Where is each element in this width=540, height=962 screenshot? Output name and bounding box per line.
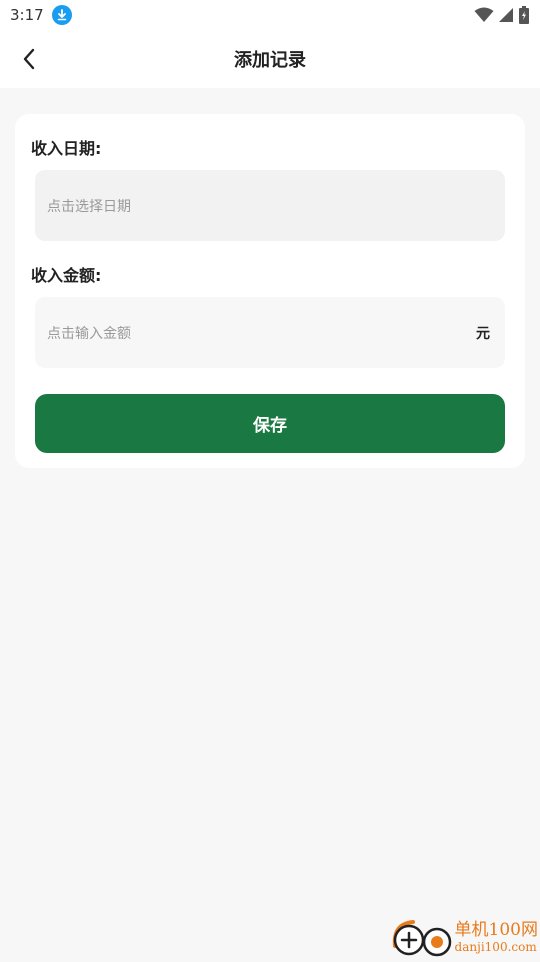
- date-placeholder: 点击选择日期: [47, 196, 131, 216]
- signal-icon: [498, 7, 514, 23]
- watermark-name: 单机100网: [455, 920, 538, 940]
- watermark-logo: [389, 916, 453, 958]
- chevron-left-icon: [22, 48, 36, 70]
- date-picker-field[interactable]: 点击选择日期: [35, 170, 505, 241]
- amount-unit: 元: [476, 323, 490, 343]
- date-label: 收入日期:: [31, 135, 101, 159]
- status-time: 3:17: [10, 6, 44, 24]
- status-icons: [474, 6, 530, 24]
- amount-label: 收入金额:: [31, 262, 101, 286]
- wifi-icon: [474, 7, 494, 23]
- watermark: 单机100网 danji100.com: [389, 916, 538, 958]
- page-title: 添加记录: [234, 46, 306, 72]
- download-icon: [52, 5, 72, 25]
- save-button[interactable]: 保存: [35, 394, 505, 453]
- record-form-card: 收入日期: 点击选择日期 收入金额: 点击输入金额 元 保存: [15, 114, 525, 468]
- watermark-domain: danji100.com: [455, 940, 538, 954]
- status-bar: 3:17: [0, 0, 540, 30]
- amount-placeholder: 点击输入金额: [47, 323, 476, 343]
- back-button[interactable]: [12, 42, 46, 76]
- amount-input[interactable]: 点击输入金额 元: [35, 297, 505, 368]
- title-bar: 添加记录: [0, 30, 540, 88]
- battery-icon: [518, 6, 530, 24]
